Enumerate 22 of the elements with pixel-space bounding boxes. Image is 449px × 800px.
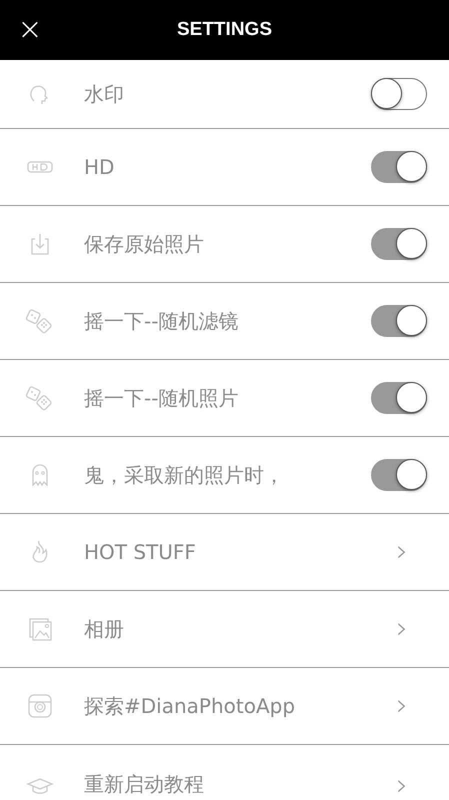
screen-title: SETTINGS (176, 19, 272, 41)
chevron-icon: › (392, 537, 412, 567)
setting-label[interactable]: 鬼，采取新的照片时， (84, 462, 371, 488)
setting-label[interactable]: 保存原始照片 (84, 230, 371, 258)
chevron-icon: › (392, 614, 412, 644)
setting-label[interactable]: HOT STUFF (84, 540, 392, 564)
setting-label[interactable]: 水印 (84, 80, 371, 108)
toggle-switch[interactable] (371, 459, 427, 491)
setting-label[interactable]: 相册 (84, 616, 392, 642)
toggle-switch[interactable] (371, 382, 427, 414)
setting-label[interactable]: 探索#DianaPhotoApp (84, 692, 392, 720)
toggle-switch[interactable] (371, 305, 427, 337)
setting-label[interactable]: HD (84, 155, 371, 179)
close-button[interactable]: × (15, 15, 45, 45)
toggle-switch[interactable] (371, 78, 427, 110)
chevron-icon: › (392, 771, 412, 800)
chevron-icon: › (392, 691, 412, 721)
setting-label[interactable]: 摇一下--随机照片 (84, 384, 371, 412)
toggle-switch[interactable] (371, 151, 427, 183)
setting-label[interactable]: 重新启动教程 (84, 771, 392, 798)
toggle-switch[interactable] (371, 228, 427, 260)
setting-label[interactable]: 摇一下--随机滤镜 (84, 308, 371, 334)
